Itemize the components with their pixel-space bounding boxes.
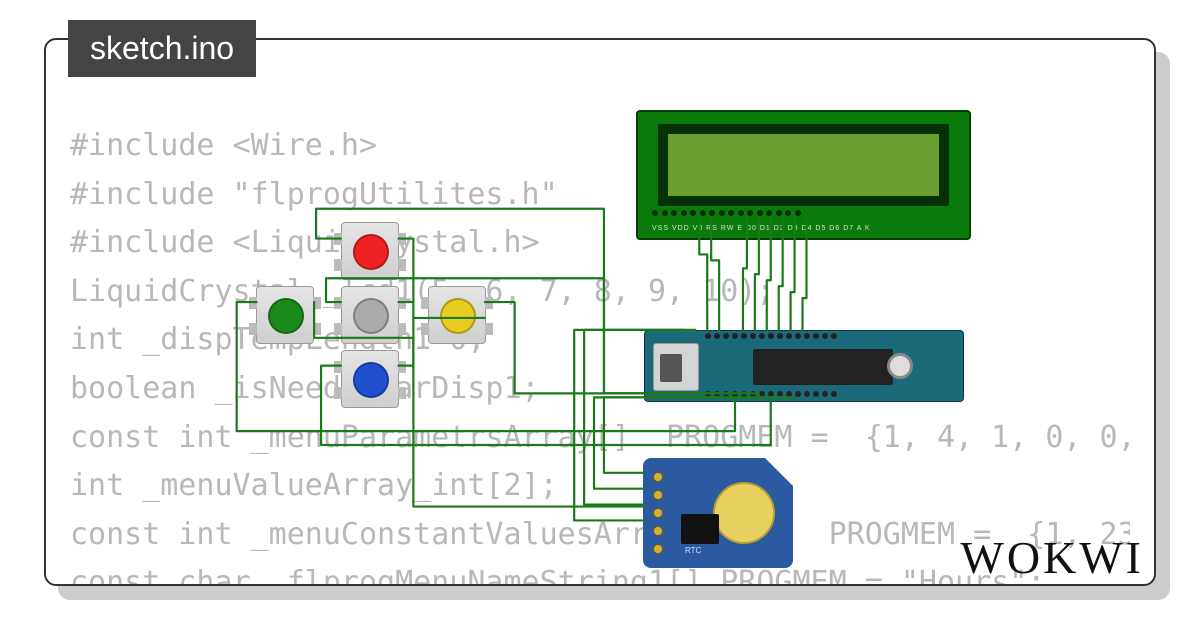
- wokwi-logo: WOKWI: [960, 531, 1144, 584]
- code-preview: #include <Wire.h> #include "flprogUtilit…: [70, 122, 1130, 586]
- file-tab[interactable]: sketch.ino: [68, 20, 256, 77]
- editor-card: #include <Wire.h> #include "flprogUtilit…: [44, 38, 1156, 586]
